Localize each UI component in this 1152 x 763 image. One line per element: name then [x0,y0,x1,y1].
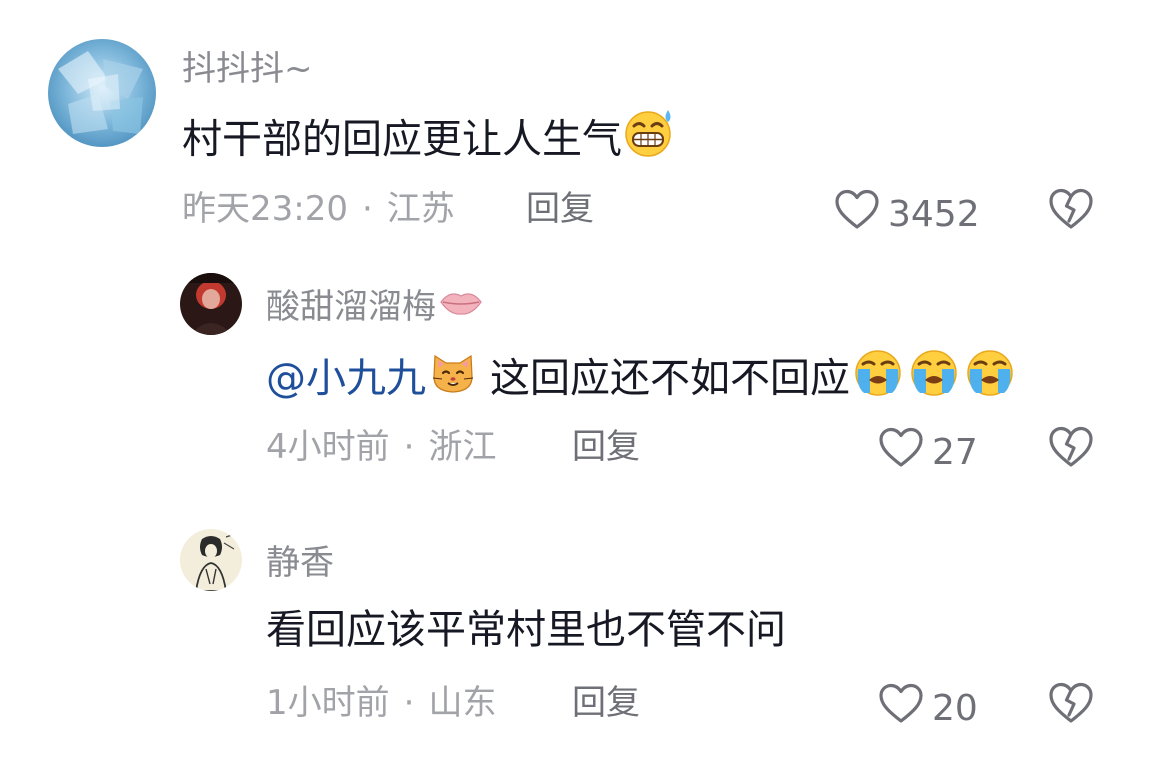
like-count: 27 [932,431,978,473]
like-button[interactable]: 3452 [834,189,980,240]
heart-outline-icon [878,683,924,734]
separator: · [403,683,415,723]
crying-face-emoji-icon [850,347,906,408]
comment-text-body: 村干部的回应更让人生气 [182,116,622,163]
like-count: 3452 [888,193,980,235]
like-button[interactable]: 27 [878,427,978,478]
avatar[interactable] [180,273,242,335]
comment-text-body: 这回应还不如不回应 [490,355,850,402]
like-button[interactable]: 20 [878,683,978,734]
comment-text: @小九九 这回应还不如不回应 [266,350,1018,411]
comment-text-body: 看回应该平常村里也不管不问 [266,607,786,653]
comment-text: 村干部的回应更让人生气 [182,108,676,172]
comment-location: 浙江 [428,427,497,467]
avatar[interactable] [180,529,242,591]
cat-face-emoji-icon [430,349,476,406]
comment-text: 看回应该平常村里也不管不问 [266,606,786,654]
comment-time: 1小时前 [266,683,390,723]
comment-time: 昨天23:20 [182,189,348,229]
username-text: 酸甜溜溜梅 [266,287,436,327]
comment-location: 山东 [428,683,497,723]
comment-time: 4小时前 [266,427,390,467]
reply-button[interactable]: 回复 [572,683,640,723]
avatar[interactable] [48,39,156,147]
username[interactable]: 酸甜溜溜梅 [266,287,484,329]
heart-outline-icon [878,427,924,478]
heart-outline-icon [834,189,880,240]
crying-face-emoji-icon [962,347,1018,408]
comment-location: 江苏 [386,189,455,229]
grinning-sweat-emoji-icon [622,108,676,169]
broken-heart-icon [1049,426,1093,467]
separator: · [361,189,373,229]
dislike-button[interactable] [1048,681,1094,729]
dislike-button[interactable] [1048,187,1094,235]
comment-meta: 1小时前 · 山东 [266,683,496,723]
reply-button[interactable]: 回复 [526,189,594,229]
broken-heart-icon [1049,188,1093,229]
separator: · [403,427,415,467]
lips-emoji-icon [438,286,484,326]
broken-heart-icon [1049,682,1093,723]
crying-face-emoji-icon [906,347,962,408]
reply-button[interactable]: 回复 [572,427,640,467]
username[interactable]: 抖抖抖~ [182,49,313,89]
username[interactable]: 静香 [266,543,334,583]
dislike-button[interactable] [1048,425,1094,473]
mention-link[interactable]: @小九九 [266,356,426,402]
comment-meta: 昨天23:20 · 江苏 [182,189,455,229]
like-count: 20 [932,687,978,729]
comment-meta: 4小时前 · 浙江 [266,427,496,467]
